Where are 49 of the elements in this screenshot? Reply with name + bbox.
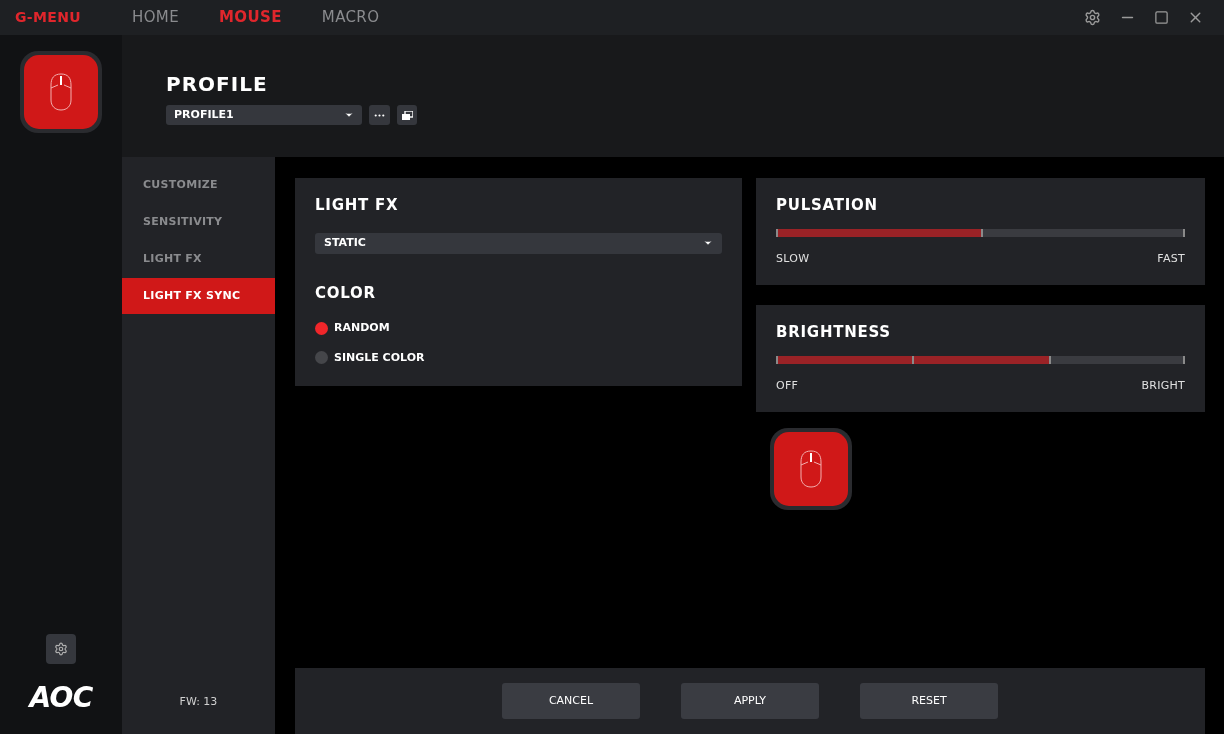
color-option[interactable]: RANDOM [315,320,722,337]
slider-tick [776,355,778,364]
nav-tab[interactable]: MACRO [321,6,380,29]
slider-track[interactable] [776,228,1185,237]
slider-min-label: SLOW [776,250,810,267]
action-button[interactable]: APPLY [681,683,819,719]
slider-tick [1183,228,1185,237]
color-option[interactable]: SINGLE COLOR [315,349,722,366]
settings-button[interactable] [46,634,76,664]
mouse-icon [800,450,822,488]
action-button[interactable]: CANCEL [502,683,640,719]
nav-tab[interactable]: HOME [132,6,179,29]
settings-icon[interactable] [1084,9,1101,26]
mouse-device-tile[interactable] [770,428,852,510]
panel-title: LIGHT FX [315,195,400,216]
panel-title: COLOR [315,282,377,304]
slider-max-label: BRIGHT [1141,377,1185,394]
mouse-icon [50,73,72,111]
caret-icon [703,238,713,248]
firmware-version: FW: 13 [179,693,218,710]
effect-dropdown[interactable]: STATIC [315,232,722,254]
slider-tick [776,228,778,237]
radio-button[interactable] [315,321,328,335]
slider-tick [912,355,915,364]
submenu-item[interactable]: LIGHT FX SYNC [122,278,275,314]
mouse-device-tile[interactable] [20,51,102,133]
slider-tick [1183,355,1185,364]
app-title: G-MENU [14,8,82,27]
maximize-icon[interactable] [1154,10,1169,25]
slider-track[interactable] [776,355,1185,364]
copy-profile-button[interactable] [397,105,417,125]
slider-min-label: OFF [776,377,799,394]
profile-dropdown[interactable]: PROFILE1 [166,105,362,125]
brand-logo: AOC [29,684,93,712]
slider-max-label: FAST [1157,250,1185,267]
caret-icon [344,110,354,120]
more-button[interactable] [369,105,390,125]
slider-tick [980,228,983,237]
submenu-item[interactable]: SENSITIVITY [122,204,275,240]
submenu-item[interactable]: CUSTOMIZE [122,167,275,203]
copy-icon [401,110,413,120]
panel-title: BRIGHTNESS [776,322,892,343]
gear-icon [54,642,68,656]
action-button[interactable]: RESET [860,683,998,719]
panel-title: PULSATION [776,195,879,216]
radio-button[interactable] [315,351,328,365]
profile-title: PROFILE [166,71,269,98]
submenu-item[interactable]: LIGHT FX [122,241,275,277]
slider-tick [1048,355,1051,364]
